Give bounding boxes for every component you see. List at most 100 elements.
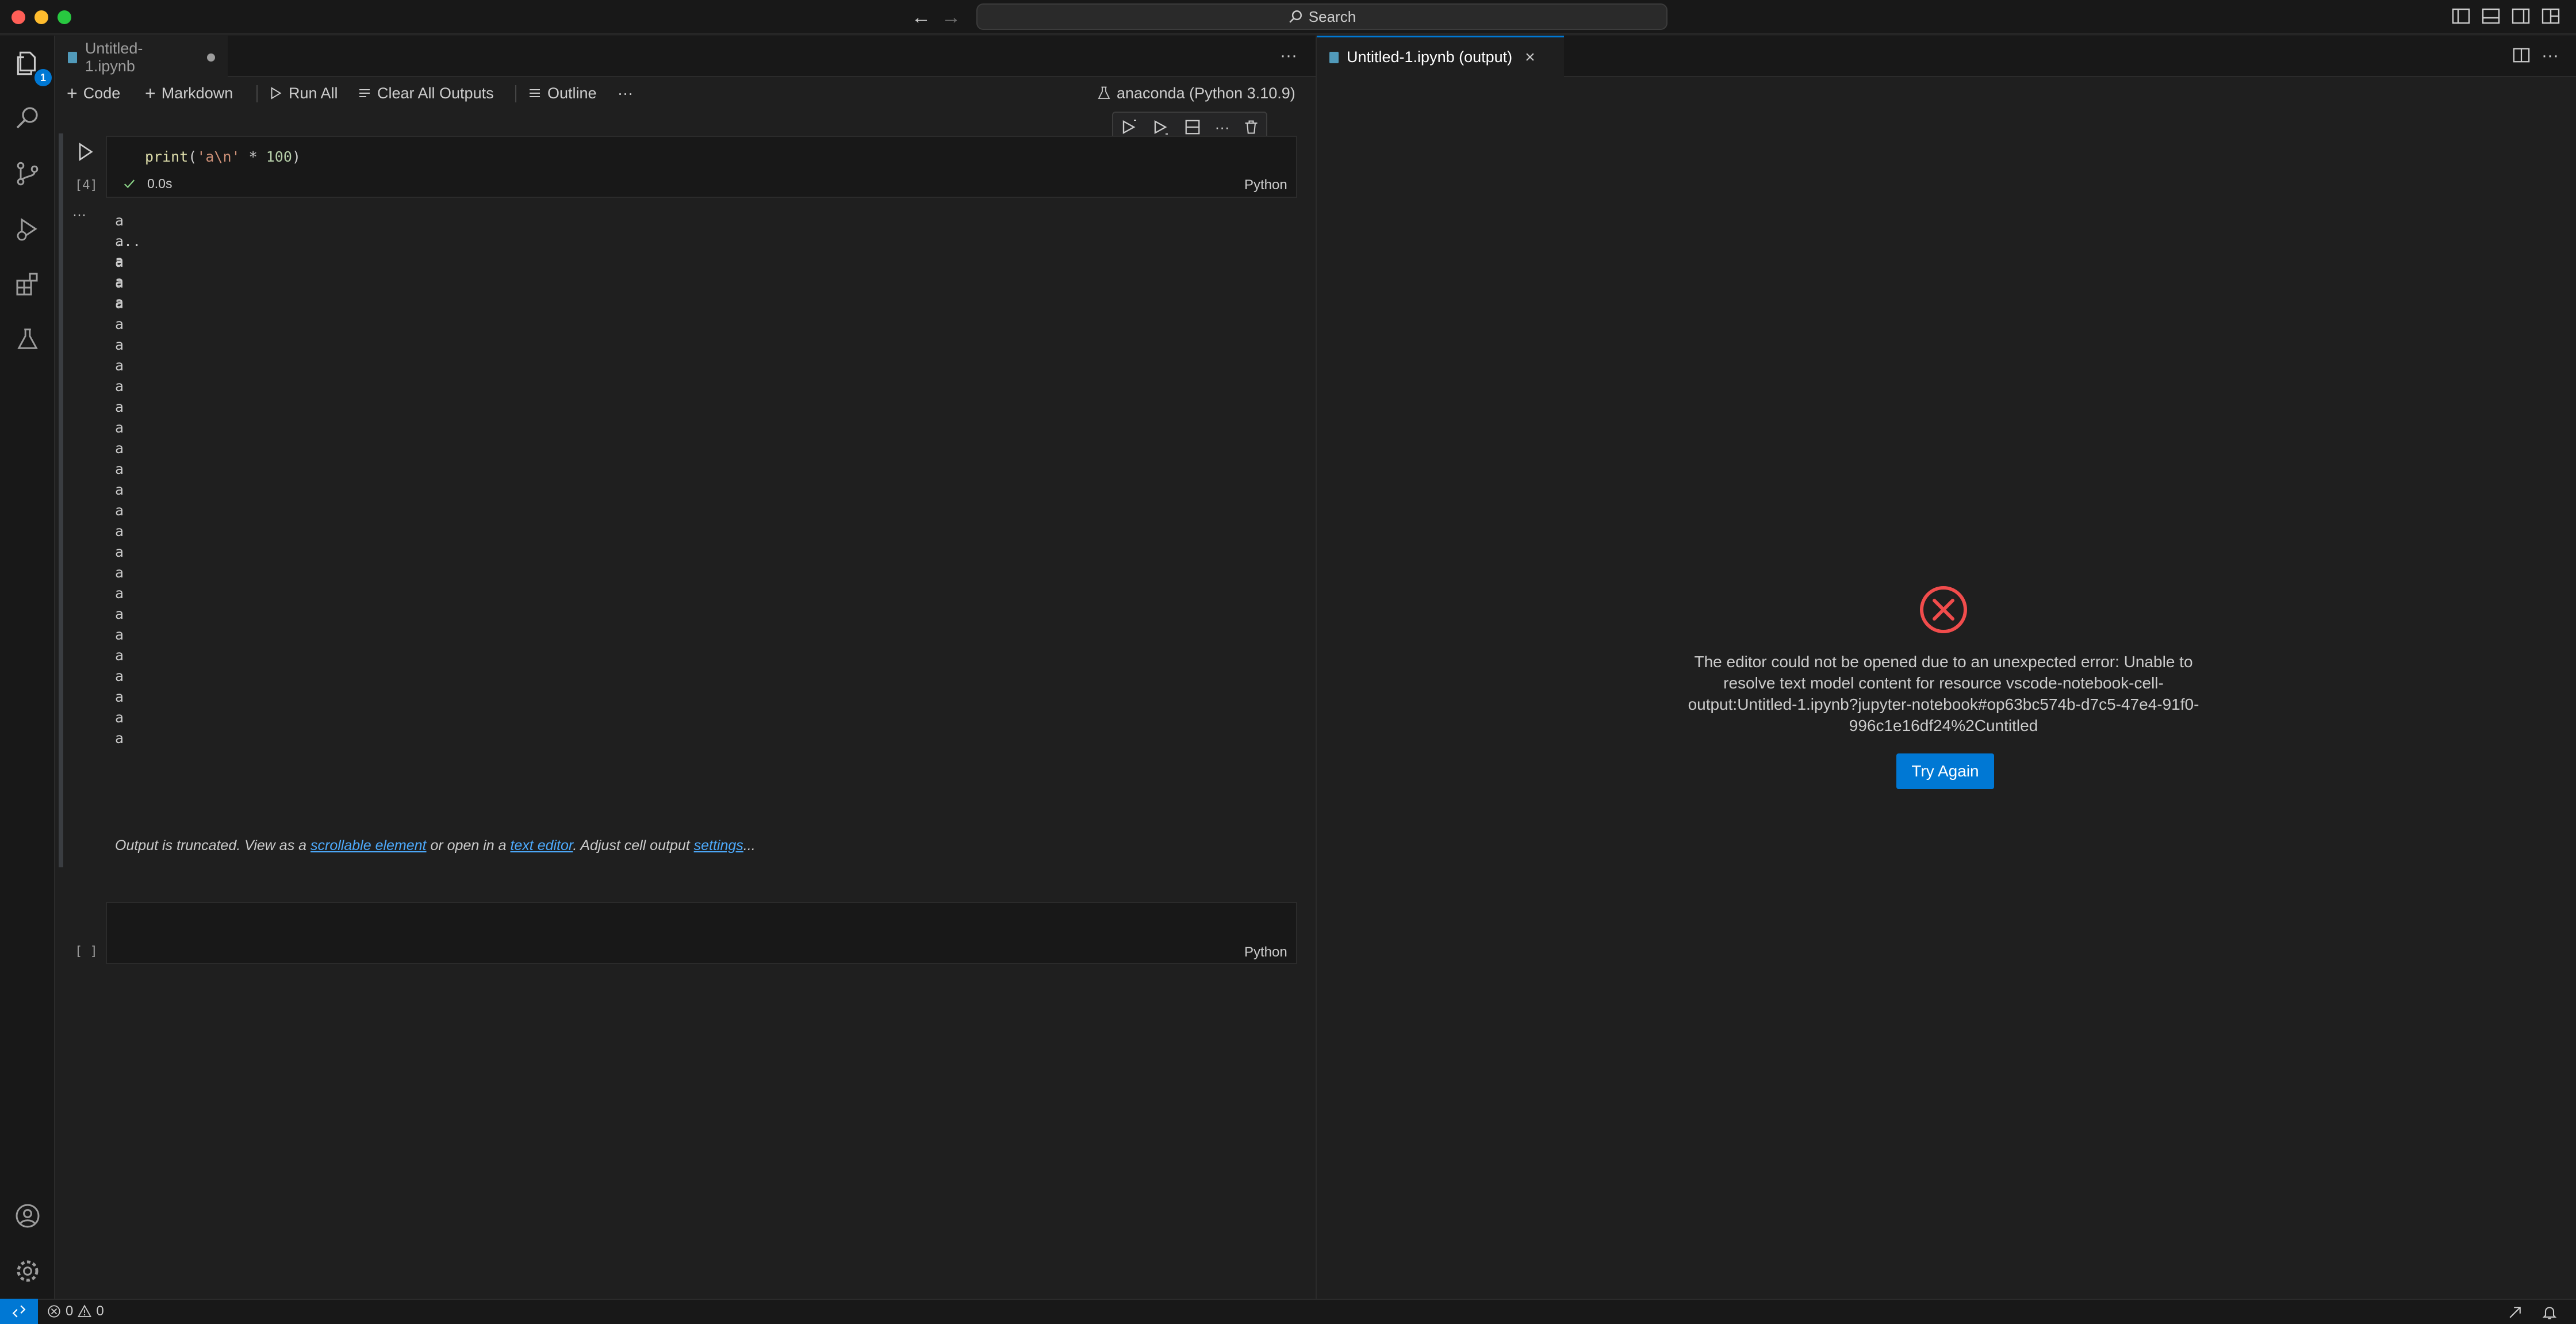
editor-error-message: The editor could not be opened due to an… xyxy=(1688,653,2199,734)
source-control-icon[interactable] xyxy=(9,155,46,192)
unsaved-dot-icon[interactable] xyxy=(207,53,215,62)
left-tab-bar: Untitled-1.ipynb ··· xyxy=(55,36,1316,77)
cell-more-icon[interactable]: ··· xyxy=(1215,118,1230,136)
code-paren-open: ( xyxy=(188,148,197,165)
text-editor-link[interactable]: text editor xyxy=(510,837,573,854)
clear-all-icon xyxy=(359,89,370,97)
right-tab-bar: Untitled-1.ipynb (output) × ··· xyxy=(1317,36,2576,77)
testing-flask-icon[interactable] xyxy=(9,321,46,358)
tab-label: Untitled-1.ipynb (output) xyxy=(1347,48,1513,66)
add-code-label: Code xyxy=(83,84,121,102)
right-editor-more-actions-icon[interactable]: ··· xyxy=(2542,46,2559,66)
close-tab-icon[interactable]: × xyxy=(1525,48,1535,67)
run-all-button[interactable]: Run All xyxy=(269,83,338,104)
code-cell-2[interactable] xyxy=(106,902,1297,964)
remote-indicator-button[interactable] xyxy=(0,1299,38,1324)
notebook-file-icon xyxy=(1329,51,1339,63)
split-editor-icon[interactable] xyxy=(2513,47,2530,63)
toggle-primary-sidebar-icon[interactable] xyxy=(2452,8,2470,24)
output-collapse-icon[interactable]: ··· xyxy=(72,207,86,223)
code-paren-close: ) xyxy=(292,148,301,165)
try-again-button[interactable]: Try Again xyxy=(1896,753,1994,789)
output-line: a xyxy=(115,688,124,705)
output-line: a xyxy=(115,668,124,684)
output-line: a xyxy=(115,481,124,498)
split-cell-icon[interactable] xyxy=(1184,118,1201,136)
add-code-cell-button[interactable]: + Code xyxy=(67,83,120,104)
output-line: a xyxy=(115,357,124,374)
clear-all-outputs-button[interactable]: Clear All Outputs xyxy=(358,83,494,104)
cell-1-language[interactable]: Python xyxy=(1244,177,1287,193)
output-line: a xyxy=(115,585,124,602)
code-cell-1[interactable] xyxy=(106,136,1297,198)
toolbar-more-icon[interactable]: ··· xyxy=(618,83,633,104)
tab-untitled-ipynb[interactable]: Untitled-1.ipynb xyxy=(55,36,228,77)
cell-2-execution-count: [ ] xyxy=(75,944,98,959)
status-bar: 0 0 xyxy=(0,1299,2576,1324)
extensions-icon[interactable] xyxy=(9,266,46,303)
cell-1-execution-count: [4] xyxy=(75,178,98,193)
warnings-count: 0 xyxy=(96,1303,104,1319)
code-function: print xyxy=(145,148,189,165)
kernel-flask-icon xyxy=(1098,86,1110,99)
output-line: a xyxy=(115,378,124,395)
cell-focus-indicator xyxy=(59,133,63,867)
remote-icon xyxy=(12,1305,26,1318)
output-line: a xyxy=(115,502,124,519)
error-icon xyxy=(48,1305,60,1318)
back-arrow-icon[interactable]: ← xyxy=(910,6,933,29)
delete-cell-trash-icon[interactable] xyxy=(1243,118,1259,136)
warning-icon xyxy=(78,1304,92,1317)
accounts-icon[interactable] xyxy=(9,1197,46,1234)
output-line: a xyxy=(115,273,124,290)
output-line: a xyxy=(115,730,124,747)
run-cell-icon[interactable] xyxy=(75,141,95,162)
outline-button[interactable]: Outline xyxy=(528,83,597,104)
command-center-search[interactable]: Search xyxy=(976,3,1667,30)
kernel-picker[interactable]: anaconda (Python 3.10.9) xyxy=(1097,83,1295,104)
cell-2-language[interactable]: Python xyxy=(1244,944,1287,961)
code-string: 'a\n' xyxy=(197,148,240,165)
customize-layout-icon[interactable] xyxy=(2542,8,2560,24)
output-ellipsis: ... xyxy=(115,233,141,250)
explorer-badge: 1 xyxy=(34,69,52,86)
toggle-secondary-sidebar-icon[interactable] xyxy=(2512,8,2530,24)
plus-icon: + xyxy=(67,82,78,104)
truncated-suffix: ... xyxy=(743,837,756,854)
run-and-debug-icon[interactable] xyxy=(9,211,46,247)
manage-gear-icon[interactable] xyxy=(9,1253,46,1289)
run-all-label: Run All xyxy=(289,84,338,102)
output-line: a xyxy=(115,212,124,229)
add-markdown-label: Markdown xyxy=(161,84,233,102)
error-circle-x-icon xyxy=(1920,586,1967,633)
execute-below-icon[interactable] xyxy=(1152,118,1170,136)
scrollable-element-link[interactable]: scrollable element xyxy=(310,837,427,854)
settings-link[interactable]: settings xyxy=(694,837,743,854)
output-line: a xyxy=(115,647,124,664)
zoom-window-button[interactable] xyxy=(57,10,71,24)
add-markdown-cell-button[interactable]: + Markdown xyxy=(145,83,233,104)
notifications-bell-icon[interactable] xyxy=(2542,1304,2558,1321)
clear-all-outputs-label: Clear All Outputs xyxy=(377,84,494,102)
tab-label: Untitled-1.ipynb xyxy=(85,39,143,75)
success-check-icon xyxy=(124,179,135,188)
explorer-icon[interactable]: 1 xyxy=(9,45,52,86)
output-line: a xyxy=(115,606,124,622)
output-line: a xyxy=(115,709,124,726)
tab-untitled-ipynb-output[interactable]: Untitled-1.ipynb (output) × xyxy=(1317,36,1564,77)
close-window-button[interactable] xyxy=(12,10,25,24)
problems-indicator[interactable]: 0 0 xyxy=(47,1303,104,1319)
search-icon xyxy=(1289,10,1302,23)
cell-1-code[interactable]: print('a\n' * 100) xyxy=(145,148,301,165)
toggle-panel-icon[interactable] xyxy=(2482,8,2500,24)
cell-1-status: 0.0s xyxy=(123,176,172,192)
editor-split-divider[interactable] xyxy=(1316,36,1317,1299)
execute-above-icon[interactable] xyxy=(1120,118,1138,136)
output-line: a xyxy=(115,544,124,560)
outline-list-icon xyxy=(530,89,540,97)
minimize-window-button[interactable] xyxy=(34,10,48,24)
editor-more-actions-icon[interactable]: ··· xyxy=(1280,46,1297,66)
forward-arrow-icon[interactable]: → xyxy=(940,6,963,29)
search-view-icon[interactable] xyxy=(9,100,46,137)
live-share-icon[interactable] xyxy=(2507,1304,2523,1321)
